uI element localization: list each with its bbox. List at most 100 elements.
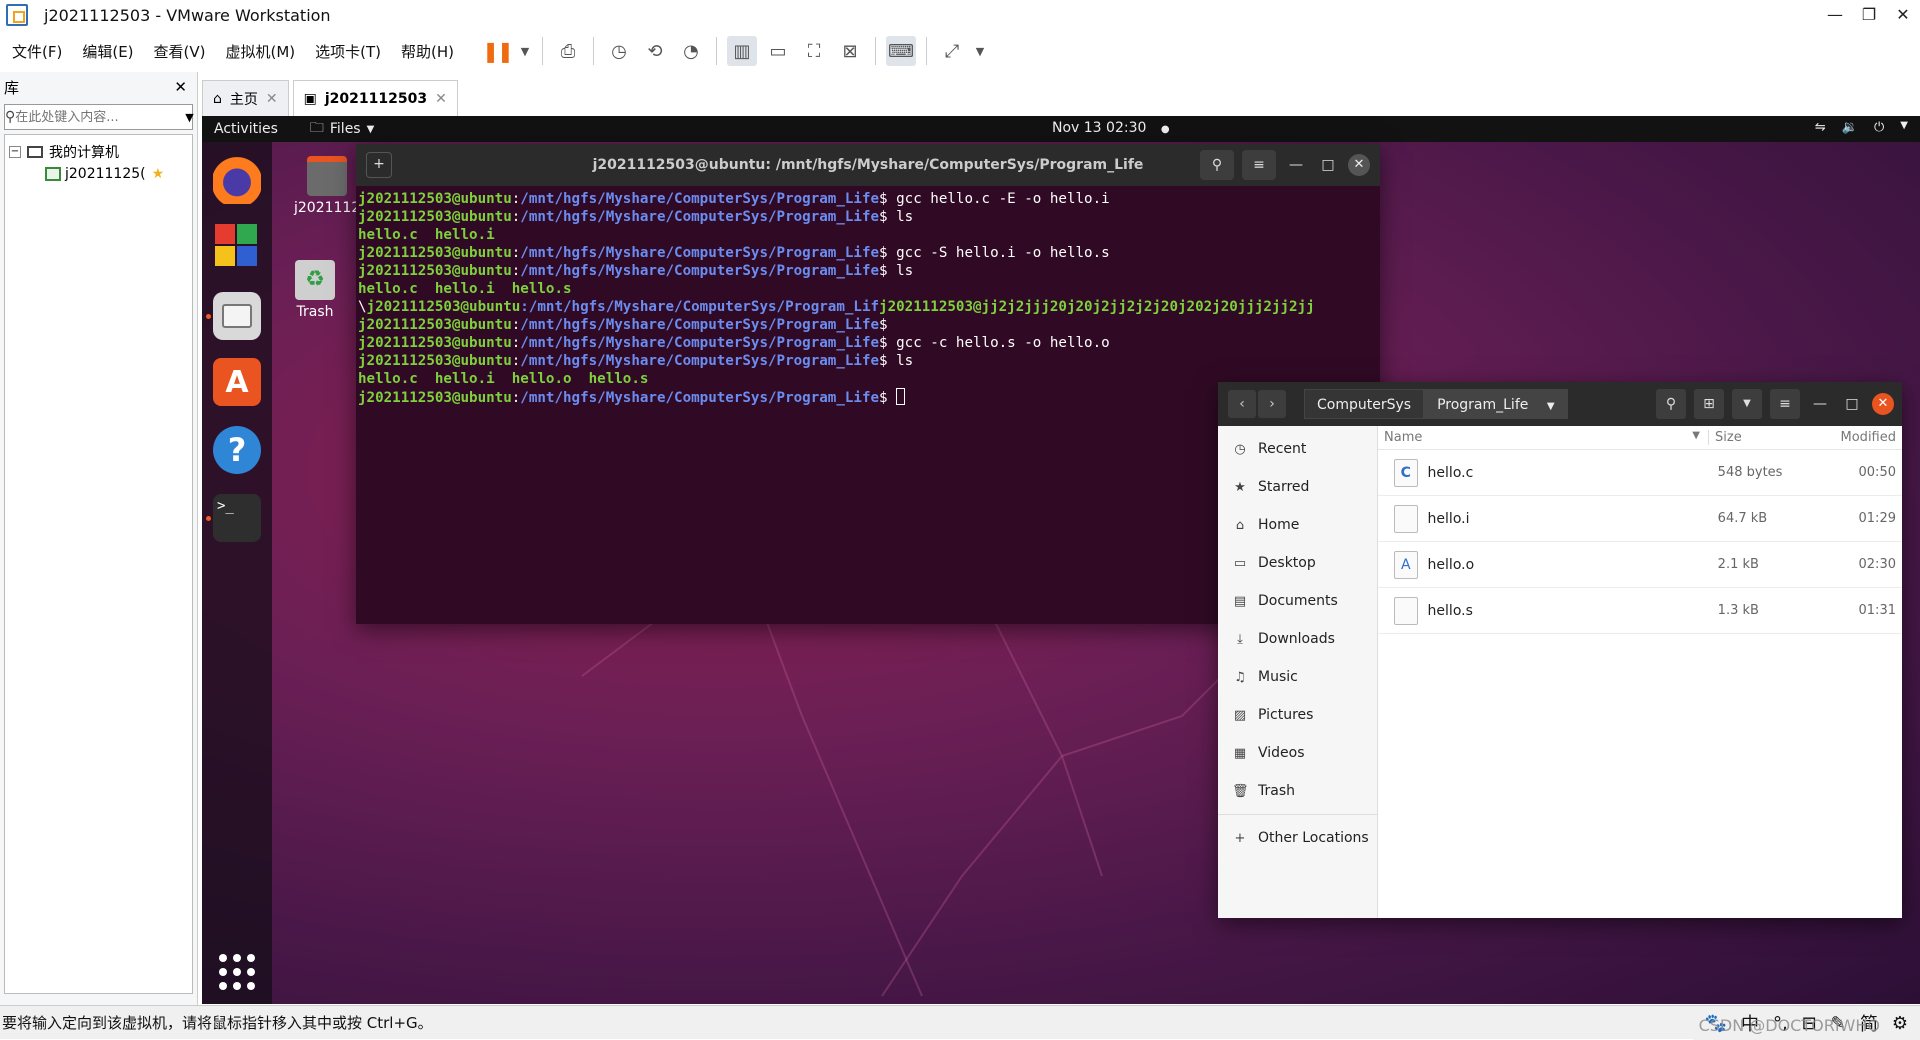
snapshot-icon[interactable]: ◷ bbox=[604, 36, 634, 66]
help-icon[interactable]: ? bbox=[213, 426, 261, 474]
collapse-icon[interactable]: − bbox=[9, 146, 21, 158]
place-documents[interactable]: ▤ Documents bbox=[1218, 582, 1377, 620]
music-icon: ♫ bbox=[1234, 669, 1246, 685]
fullscreen-icon[interactable]: ⛶ bbox=[799, 36, 829, 66]
prompt-symbol: $ bbox=[879, 191, 888, 207]
system-tray[interactable]: ⇋ 🔉 ⏻ ▼ bbox=[1815, 120, 1908, 135]
snapshot-manager-icon[interactable]: ◔ bbox=[676, 36, 706, 66]
place-videos[interactable]: ▦ Videos bbox=[1218, 734, 1377, 772]
menu-edit[interactable]: 编辑(E) bbox=[74, 41, 141, 62]
tree-vm-item[interactable]: j20211125( ★ bbox=[9, 163, 188, 185]
files-window[interactable]: ‹ › ComputerSys Program_Life ▼ ⚲ ⊞ ▼ ≡ —… bbox=[1218, 382, 1902, 918]
show-applications-icon[interactable] bbox=[213, 946, 261, 994]
firefox-icon[interactable] bbox=[213, 156, 261, 204]
place-other-locations[interactable]: + Other Locations bbox=[1218, 819, 1377, 857]
menu-bar: 文件(F) 编辑(E) 查看(V) 虚拟机(M) 选项卡(T) 帮助(H) ❚❚… bbox=[0, 30, 1920, 72]
file-row[interactable]: hello.i 64.7 kB 01:29 bbox=[1378, 496, 1902, 542]
column-size[interactable]: Size bbox=[1708, 430, 1818, 445]
tab-close-icon[interactable]: ✕ bbox=[266, 91, 278, 107]
place-label: Videos bbox=[1258, 745, 1305, 761]
menu-vm[interactable]: 虚拟机(M) bbox=[218, 41, 304, 62]
prompt-symbol: $ bbox=[879, 335, 888, 351]
place-recent[interactable]: ◷ Recent bbox=[1218, 430, 1377, 468]
file-txt-icon bbox=[1394, 504, 1418, 533]
tab-vm[interactable]: ▣ j2021112503 ✕ bbox=[292, 80, 458, 116]
search-icon[interactable]: ⚲ bbox=[1656, 389, 1686, 419]
terminal-command: ls bbox=[887, 209, 914, 225]
tab-home[interactable]: ⌂ 主页 ✕ bbox=[202, 80, 289, 116]
place-starred[interactable]: ★ Starred bbox=[1218, 468, 1377, 506]
close-icon[interactable]: ✕ bbox=[1348, 154, 1370, 176]
close-button[interactable]: ✕ bbox=[1886, 0, 1920, 30]
place-desktop[interactable]: ▭ Desktop bbox=[1218, 544, 1377, 582]
trash-icon: 🗑 bbox=[1232, 783, 1249, 799]
activities-button[interactable]: Activities bbox=[214, 121, 278, 137]
files-app-icon[interactable] bbox=[213, 292, 261, 340]
home-folder-icon bbox=[307, 156, 348, 196]
software-center-icon[interactable]: A bbox=[213, 358, 261, 406]
send-keys-icon[interactable]: ⎙ bbox=[553, 36, 583, 66]
place-label: Pictures bbox=[1258, 707, 1314, 723]
place-music[interactable]: ♫ Music bbox=[1218, 658, 1377, 696]
path-crumb-current[interactable]: Program_Life ▼ bbox=[1424, 389, 1568, 419]
back-icon[interactable]: ‹ bbox=[1228, 390, 1256, 418]
file-row[interactable]: hello.s 1.3 kB 01:31 bbox=[1378, 588, 1902, 634]
maximize-icon[interactable]: □ bbox=[1840, 396, 1864, 412]
revert-snapshot-icon[interactable]: ⟲ bbox=[640, 36, 670, 66]
place-label: Documents bbox=[1258, 593, 1338, 609]
chevron-down-icon[interactable]: ▼ bbox=[185, 111, 193, 124]
library-search-input[interactable] bbox=[15, 109, 186, 125]
vm-console[interactable]: Activities 🗀 Files ▼ Nov 13 02:30 ● ⇋ 🔉 … bbox=[202, 116, 1920, 1004]
library-search[interactable]: ⚲ ▼ bbox=[4, 104, 194, 130]
libreoffice-icon[interactable] bbox=[213, 222, 261, 270]
prompt-path: /mnt/hgfs/Myshare/ComputerSys/Program_Li… bbox=[520, 263, 880, 279]
thumbnail-view-icon[interactable]: ▭ bbox=[763, 36, 793, 66]
unity-icon[interactable]: ⊠ bbox=[835, 36, 865, 66]
terminal-titlebar[interactable]: + j2021112503@ubuntu: /mnt/hgfs/Myshare/… bbox=[356, 144, 1380, 186]
tab-close-icon[interactable]: ✕ bbox=[435, 91, 447, 107]
minimize-icon[interactable]: — bbox=[1284, 157, 1308, 173]
path-crumb-computersys[interactable]: ComputerSys bbox=[1304, 389, 1425, 419]
minimize-button[interactable]: — bbox=[1818, 0, 1852, 30]
console-view-icon[interactable]: ⌨ bbox=[886, 36, 917, 66]
menu-help[interactable]: 帮助(H) bbox=[393, 41, 462, 62]
grid-view-icon[interactable]: ⊞ bbox=[1694, 389, 1724, 419]
pause-icon[interactable]: ❚❚ bbox=[482, 36, 514, 66]
library-view-icon[interactable]: ▥ bbox=[727, 36, 758, 66]
ime-settings-icon[interactable]: ⚙ bbox=[1892, 1013, 1908, 1034]
close-icon[interactable]: ✕ bbox=[1872, 393, 1894, 415]
place-trash[interactable]: 🗑 Trash bbox=[1218, 772, 1377, 810]
place-downloads[interactable]: ⤓ Downloads bbox=[1218, 620, 1377, 658]
column-modified[interactable]: Modified bbox=[1818, 430, 1902, 445]
column-name-label: Name bbox=[1384, 430, 1423, 445]
column-name[interactable]: Name ▼ bbox=[1378, 430, 1708, 445]
terminal-output[interactable]: j2021112503@ubuntu:/mnt/hgfs/Myshare/Com… bbox=[356, 186, 1380, 411]
desktop-trash-icon[interactable]: ♻ Trash bbox=[295, 260, 335, 320]
library-close-icon[interactable]: ✕ bbox=[174, 78, 187, 96]
terminal-app-icon[interactable]: >_ bbox=[213, 494, 261, 542]
place-pictures[interactable]: ▨ Pictures bbox=[1218, 696, 1377, 734]
menu-tabs[interactable]: 选项卡(T) bbox=[307, 41, 389, 62]
forward-icon[interactable]: › bbox=[1258, 390, 1286, 418]
place-label: Desktop bbox=[1258, 555, 1316, 571]
desktop-home-icon[interactable]: j2021112 bbox=[294, 156, 360, 216]
chevron-down-icon[interactable]: ▼ bbox=[518, 36, 532, 66]
place-home[interactable]: ⌂ Home bbox=[1218, 506, 1377, 544]
chevron-down-icon[interactable]: ▼ bbox=[973, 36, 987, 66]
view-options-icon[interactable]: ▼ bbox=[1732, 389, 1762, 419]
menu-file[interactable]: 文件(F) bbox=[4, 41, 70, 62]
menu-icon[interactable]: ≡ bbox=[1770, 389, 1800, 419]
clock[interactable]: Nov 13 02:30 ● bbox=[1052, 120, 1170, 136]
file-row[interactable]: Chello.c 548 bytes 00:50 bbox=[1378, 450, 1902, 496]
menu-icon[interactable]: ≡ bbox=[1242, 150, 1276, 180]
tree-root[interactable]: − 我的计算机 bbox=[9, 141, 188, 163]
toolbar-divider bbox=[926, 37, 928, 65]
menu-view[interactable]: 查看(V) bbox=[146, 41, 214, 62]
restore-button[interactable]: ❐ bbox=[1852, 0, 1886, 30]
stretch-icon[interactable]: ⤢ bbox=[937, 36, 967, 66]
file-row[interactable]: Ahello.o 2.1 kB 02:30 bbox=[1378, 542, 1902, 588]
app-menu[interactable]: 🗀 Files ▼ bbox=[310, 117, 374, 141]
maximize-icon[interactable]: □ bbox=[1316, 157, 1340, 173]
search-icon[interactable]: ⚲ bbox=[1200, 150, 1234, 180]
minimize-icon[interactable]: — bbox=[1808, 396, 1832, 412]
